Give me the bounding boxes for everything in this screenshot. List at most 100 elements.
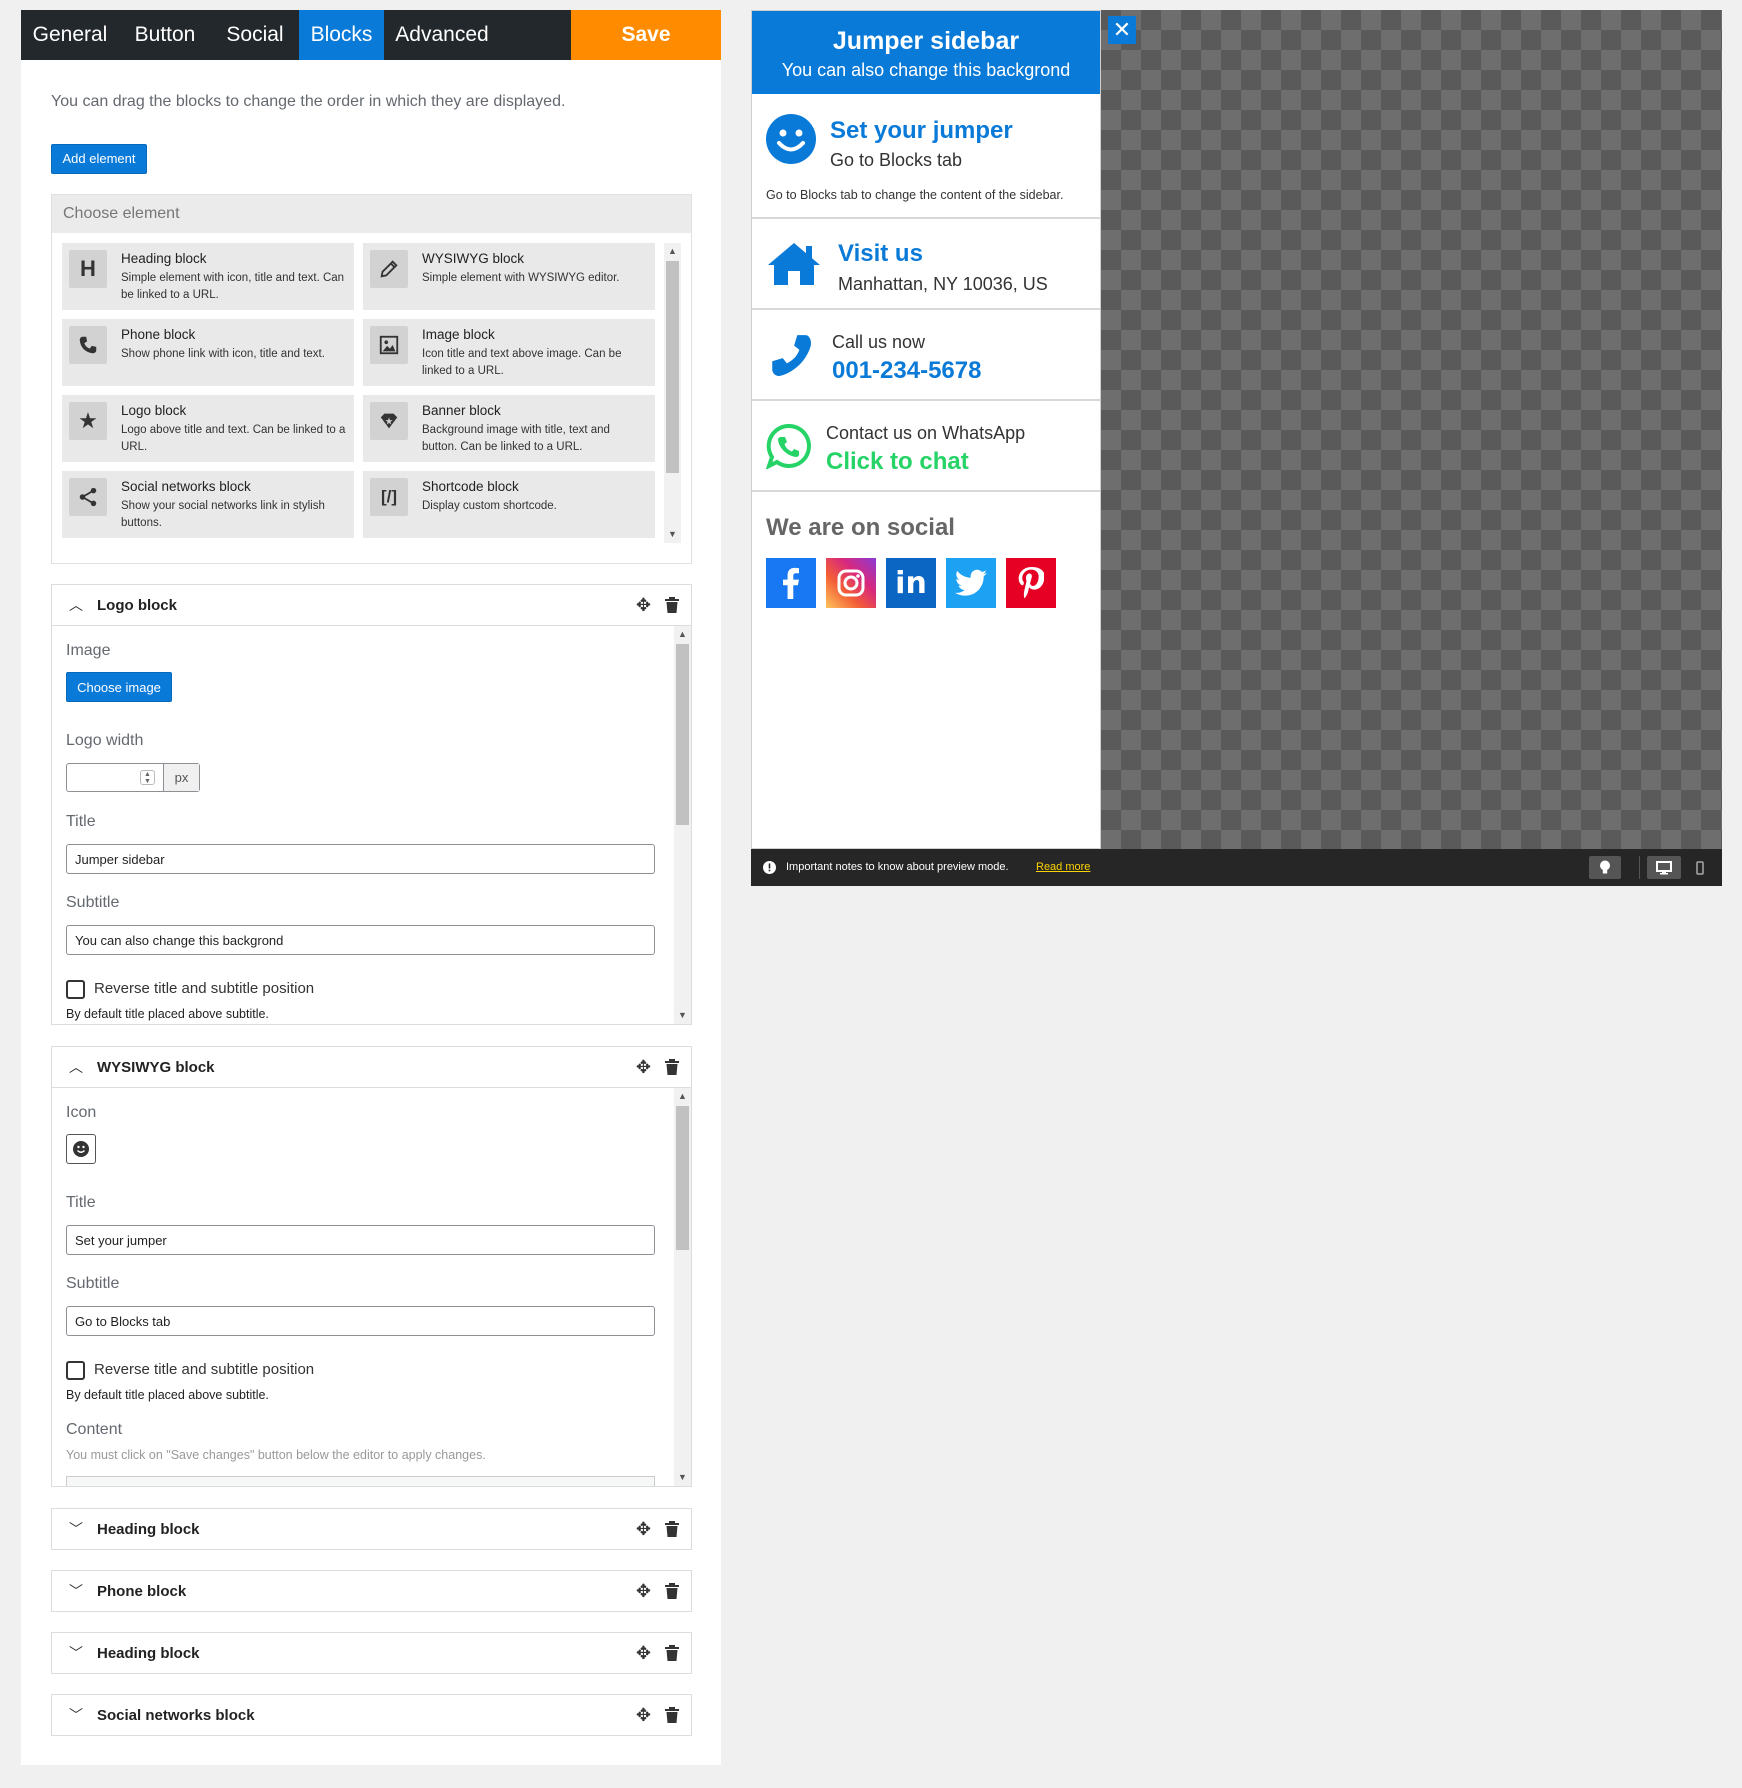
tab-social[interactable]: Social [211,10,299,60]
element-option-banner[interactable]: Banner block Background image with title… [363,395,655,462]
element-option-social[interactable]: Social networks block Show your social n… [62,471,354,538]
save-button[interactable]: Save [571,10,721,60]
heading-block-panel-2: ﹀ Heading block ✥ [51,1632,692,1674]
scroll-up-icon[interactable]: ▲ [664,243,681,260]
wysiwyg-title-input[interactable] [66,1225,655,1255]
scroll-down-icon[interactable]: ▼ [664,526,681,543]
tab-button[interactable]: Button [119,10,211,60]
phone-block-header[interactable]: ﹀ Phone block ✥ [52,1571,691,1612]
trash-icon[interactable] [665,1059,679,1075]
scroll-up-icon[interactable]: ▲ [674,1088,691,1105]
sidebar-social-block: We are on social in [752,492,1100,622]
trash-icon[interactable] [665,1521,679,1537]
scroll-thumb[interactable] [676,644,689,825]
wysiwyg-block-header[interactable]: ︿ WYSIWYG block ✥ [52,1047,691,1088]
social-networks-block-header[interactable]: ﹀ Social networks block ✥ [52,1695,691,1736]
element-title: Phone block [121,327,196,342]
jumper-title: Set your jumper [830,117,1013,144]
smiley-icon [766,114,816,164]
element-option-phone[interactable]: Phone block Show phone link with icon, t… [62,319,354,386]
trash-icon[interactable] [665,1707,679,1723]
move-icon[interactable]: ✥ [636,1047,651,1088]
panel-title: Heading block [97,1521,200,1538]
logo-width-label: Logo width [66,732,144,749]
wysiwyg-block-scrollbar[interactable]: ▲ ▼ [674,1088,691,1486]
element-desc: Background image with title, text and bu… [422,424,610,453]
heading-block-header[interactable]: ﹀ Heading block ✥ [52,1509,691,1550]
add-element-button[interactable]: Add element [51,144,147,174]
desktop-icon[interactable] [1647,856,1681,879]
wysiwyg-subtitle-input[interactable] [66,1306,655,1336]
element-desc: Simple element with icon, title and text… [121,272,345,301]
move-icon[interactable]: ✥ [636,585,651,626]
element-option-heading[interactable]: H Heading block Simple element with icon… [62,243,354,310]
chevron-down-icon[interactable]: ﹀ [69,1509,85,1550]
trash-icon[interactable] [665,1583,679,1599]
chevron-up-icon[interactable]: ︿ [69,1047,85,1088]
move-icon[interactable]: ✥ [636,1509,651,1550]
close-icon[interactable]: ✕ [1108,16,1136,44]
heading-block-header[interactable]: ﹀ Heading block ✥ [52,1633,691,1674]
social-heading: We are on social [766,514,955,541]
logo-block-header[interactable]: ︿ Logo block ✥ [52,585,691,626]
tab-advanced[interactable]: Advanced [384,10,500,60]
sidebar-whatsapp-block[interactable]: Contact us on WhatsApp Click to chat [752,401,1100,492]
trash-icon[interactable] [665,1645,679,1661]
logo-block-body: Image Choose image Logo width ▲ ▼ px Titl… [52,626,691,1024]
preview-backdrop [1101,10,1722,849]
logo-title-input[interactable] [66,844,655,874]
element-desc: Icon title and text above image. Can be … [422,348,622,377]
instagram-icon[interactable] [826,558,876,608]
reverse-note: By default title placed above subtitle. [66,1388,269,1402]
read-more-link[interactable]: Read more [1036,861,1090,873]
element-option-logo[interactable]: ★ Logo block Logo above title and text. … [62,395,354,462]
scroll-thumb[interactable] [676,1106,689,1250]
scroll-down-icon[interactable]: ▼ [674,1007,691,1024]
trash-icon[interactable] [665,597,679,613]
reverse-checkbox[interactable] [66,980,85,999]
element-desc: Logo above title and text. Can be linked… [121,424,346,453]
reverse-checkbox[interactable] [66,1361,85,1380]
pencil-icon [370,250,408,288]
phone-block-panel: ﹀ Phone block ✥ [51,1570,692,1612]
logo-subtitle-input[interactable] [66,925,655,955]
scroll-up-icon[interactable]: ▲ [674,626,691,643]
shortcode-icon: [/] [370,478,408,516]
chooser-scrollbar[interactable]: ▲ ▼ [664,243,681,543]
chevron-down-icon[interactable]: ﹀ [69,1571,85,1612]
icon-picker[interactable] [66,1134,96,1164]
content-note: You must click on "Save changes" button … [66,1448,486,1462]
chevron-down-icon[interactable]: ﹀ [69,1695,85,1736]
scroll-thumb[interactable] [666,261,679,473]
pinterest-icon[interactable] [1006,558,1056,608]
tab-general[interactable]: General [21,10,119,60]
chevron-up-icon[interactable]: ︿ [69,585,85,626]
element-option-shortcode[interactable]: [/] Shortcode block Display custom short… [363,471,655,538]
choose-image-button[interactable]: Choose image [66,672,172,702]
logo-block-scrollbar[interactable]: ▲ ▼ [674,626,691,1024]
element-option-image[interactable]: Image block Icon title and text above im… [363,319,655,386]
sidebar-wysiwyg-block: Set your jumper Go to Blocks tab Go to B… [752,94,1100,219]
sidebar-phone-block[interactable]: Call us now 001-234-5678 [752,310,1100,401]
wysiwyg-block-body: Icon Title Subtitle Reverse title and su… [52,1088,691,1486]
move-icon[interactable]: ✥ [636,1633,651,1674]
editor-toolbar[interactable] [66,1476,655,1486]
social-buttons: in [766,558,1066,608]
star-icon: ★ [69,402,107,440]
element-option-wysiwyg[interactable]: WYSIWYG block Simple element with WYSIWY… [363,243,655,310]
move-icon[interactable]: ✥ [636,1571,651,1612]
sidebar-visit-block[interactable]: Visit us Manhattan, NY 10036, US [752,219,1100,310]
move-icon[interactable]: ✥ [636,1695,651,1736]
twitter-icon[interactable] [946,558,996,608]
chevron-down-icon[interactable]: ﹀ [69,1633,85,1674]
facebook-icon[interactable] [766,558,816,608]
mobile-icon[interactable] [1689,856,1711,879]
logo-width-stepper: ▲ ▼ px [66,763,200,792]
lightbulb-icon[interactable] [1589,856,1621,879]
title-label: Title [66,1194,96,1211]
linkedin-icon[interactable]: in [886,558,936,608]
scroll-down-icon[interactable]: ▼ [674,1469,691,1486]
tab-blocks[interactable]: Blocks [299,10,384,60]
banner-icon [370,402,408,440]
spinner-icon[interactable]: ▲ ▼ [140,770,155,785]
